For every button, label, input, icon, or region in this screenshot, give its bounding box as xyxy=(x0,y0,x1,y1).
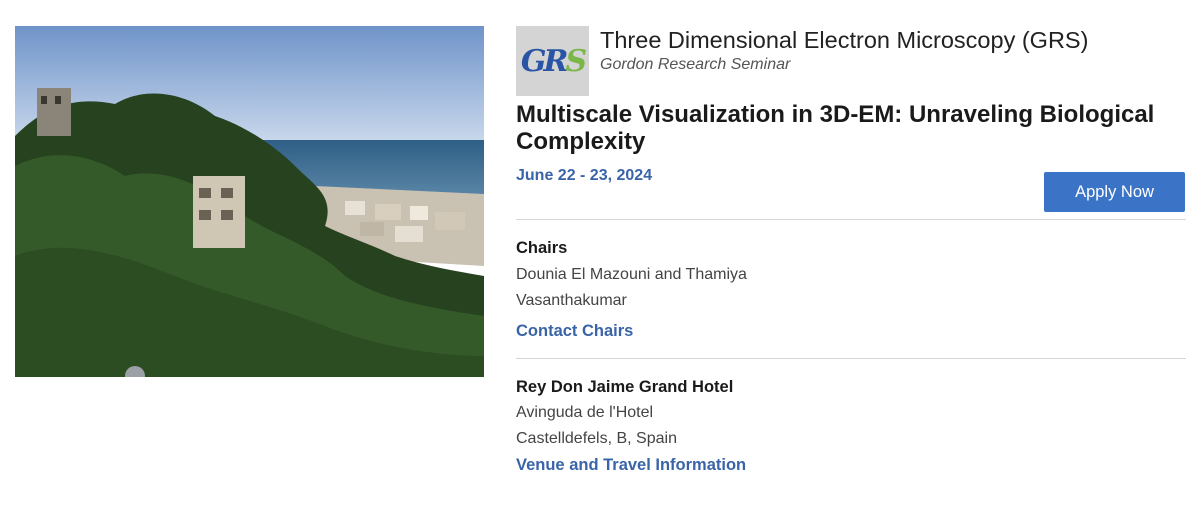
logo-letter: S xyxy=(565,43,587,79)
series-subtitle: Gordon Research Seminar xyxy=(600,56,791,73)
series-title: Three Dimensional Electron Microscopy (G… xyxy=(600,27,1089,53)
venue-address-line1: Avinguda de l'Hotel xyxy=(516,404,654,421)
logo-letter: G xyxy=(520,43,547,79)
contact-chairs-link[interactable]: Contact Chairs xyxy=(516,322,633,341)
venue-photo xyxy=(15,26,484,377)
logo-letter: R xyxy=(543,43,569,79)
chairs-names-line1: Dounia El Mazouni and Thamiya xyxy=(516,266,747,283)
chairs-names-line2: Vasanthakumar xyxy=(516,292,627,309)
grs-logo: GRS xyxy=(516,26,589,96)
venue-name: Rey Don Jaime Grand Hotel xyxy=(516,378,734,396)
conference-title: Multiscale Visualization in 3D-EM: Unrav… xyxy=(516,101,1155,155)
chairs-heading: Chairs xyxy=(516,239,568,257)
divider xyxy=(516,219,1186,220)
apply-now-button[interactable]: Apply Now xyxy=(1044,172,1185,212)
conference-dates: June 22 - 23, 2024 xyxy=(516,167,653,184)
divider xyxy=(516,358,1186,359)
chairs-section: Chairs Dounia El Mazouni and Thamiya Vas… xyxy=(516,237,1186,341)
venue-address-line2: Castelldefels, B, Spain xyxy=(516,430,677,447)
seminar-series-header: GRS Three Dimensional Electron Microscop… xyxy=(516,26,1186,96)
venue-travel-link[interactable]: Venue and Travel Information xyxy=(516,456,746,475)
venue-section: Rey Don Jaime Grand Hotel Avinguda de l'… xyxy=(516,376,1186,475)
